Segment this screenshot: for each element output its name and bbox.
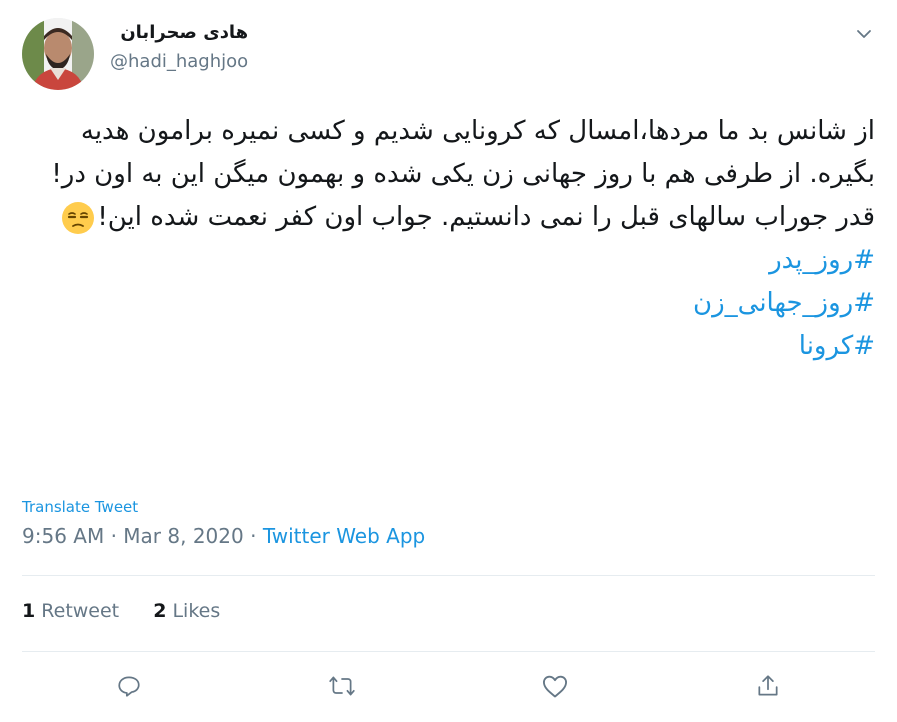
hashtag-link[interactable]: #روز_جهانی_زن [22, 282, 875, 325]
meta-separator: · [104, 524, 124, 548]
tweet-actions [22, 668, 875, 708]
retweet-button[interactable] [322, 668, 362, 708]
tweet-text: از شانس بد ما مردها،امسال که کرونایی شدی… [22, 110, 875, 368]
divider [22, 575, 875, 576]
reply-icon [116, 673, 142, 703]
avatar[interactable] [22, 18, 94, 90]
likes-count: 2 [153, 600, 167, 622]
tweet-meta: 9:56 AM · Mar 8, 2020 · Twitter Web App [22, 524, 425, 548]
tweet-header: هادی صحرابان @hadi_haghjoo [22, 18, 882, 90]
meta-separator: · [243, 524, 263, 548]
translate-tweet-link[interactable]: Translate Tweet [22, 498, 138, 516]
hashtag-link[interactable]: #روز_پدر [22, 239, 875, 282]
tweet-text-line: از شانس بد ما مردها،امسال که کرونایی شدی… [51, 116, 875, 189]
retweet-icon [328, 673, 356, 703]
tweet-text-segment: قدر جوراب سالهای قبل را نمی دانستیم. جوا… [97, 202, 875, 232]
share-icon [755, 673, 781, 703]
display-name[interactable]: هادی صحرابان [110, 20, 248, 46]
tweet-date[interactable]: Mar 8, 2020 [123, 524, 243, 548]
user-info: هادی صحرابان @hadi_haghjoo [110, 20, 248, 74]
divider [22, 651, 875, 652]
likes-stat[interactable]: 2 Likes [153, 600, 220, 622]
unamused-face-icon [61, 201, 95, 235]
tweet-source-link[interactable]: Twitter Web App [263, 524, 425, 548]
avatar-image [22, 18, 94, 90]
reply-button[interactable] [109, 668, 149, 708]
hashtag-link[interactable]: #کرونا [22, 325, 875, 368]
tweet-stats: 1 Retweet 2 Likes [22, 600, 248, 622]
retweets-count: 1 [22, 600, 36, 622]
share-button[interactable] [748, 668, 788, 708]
tweet-text-line: قدر جوراب سالهای قبل را نمی دانستیم. جوا… [22, 196, 875, 239]
tweet-time[interactable]: 9:56 AM [22, 524, 104, 548]
likes-label: Likes [172, 600, 221, 622]
chevron-down-icon[interactable] [852, 22, 876, 46]
retweets-label: Retweet [41, 600, 120, 622]
like-button[interactable] [535, 668, 575, 708]
retweets-stat[interactable]: 1 Retweet [22, 600, 119, 622]
like-icon [541, 673, 569, 703]
user-handle[interactable]: @hadi_haghjoo [110, 50, 248, 74]
